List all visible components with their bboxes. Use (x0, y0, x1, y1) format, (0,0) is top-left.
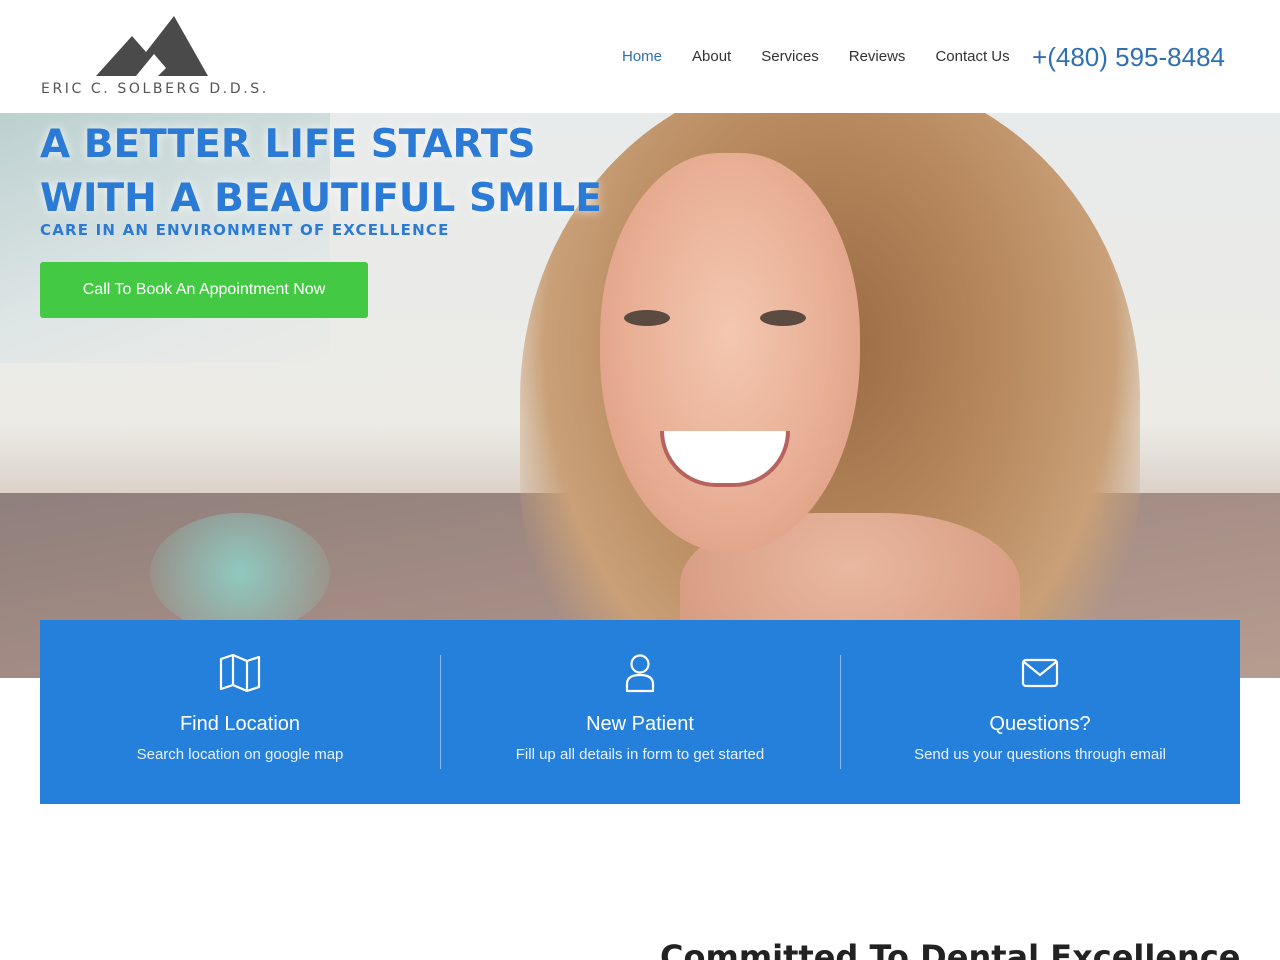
hero-subtitle: CARE IN AN ENVIRONMENT OF EXCELLENCE (40, 221, 450, 239)
nav-about[interactable]: About (692, 46, 731, 68)
site-header: ERIC C. SOLBERG D.D.S. Home About Servic… (0, 0, 1280, 113)
envelope-icon (1021, 658, 1059, 688)
logo-text: ERIC C. SOLBERG D.D.S. (41, 81, 269, 97)
feature-new-patient[interactable]: New Patient Fill up all details in form … (440, 620, 840, 804)
nav-services[interactable]: Services (761, 46, 819, 68)
book-appointment-button[interactable]: Call To Book An Appointment Now (40, 262, 368, 318)
nav-reviews[interactable]: Reviews (849, 46, 906, 68)
feature-title: Questions? (989, 713, 1091, 735)
feature-desc: Fill up all details in form to get start… (515, 746, 765, 763)
hero-background-object (150, 513, 330, 633)
feature-title: Find Location (179, 713, 301, 735)
feature-desc: Search location on google map (136, 746, 344, 763)
mountain-logo-icon (96, 16, 208, 76)
hero-title-line-1: A BETTER LIFE STARTS (40, 122, 536, 167)
nav-contact-us[interactable]: Contact Us (935, 46, 1009, 68)
nav-home[interactable]: Home (622, 46, 662, 68)
hero-title-line-2: WITH A BEAUTIFUL SMILE (40, 176, 602, 221)
feature-desc: Send us your questions through email (914, 746, 1166, 763)
logo[interactable]: ERIC C. SOLBERG D.D.S. (40, 14, 270, 100)
hero-photo-eye-left (624, 310, 670, 326)
feature-find-location[interactable]: Find Location Search location on google … (40, 620, 440, 804)
main-nav: Home About Services Reviews Contact Us (622, 46, 1010, 68)
feature-questions[interactable]: Questions? Send us your questions throug… (840, 620, 1240, 804)
section-heading: Committed To Dental Excellence (660, 938, 1241, 960)
hero-photo-face (600, 153, 860, 553)
map-icon (219, 653, 261, 693)
hero-title: A BETTER LIFE STARTS WITH A BEAUTIFUL SM… (40, 118, 602, 226)
feature-band: Find Location Search location on google … (40, 620, 1240, 804)
hero-photo-eye-right (760, 310, 806, 326)
hero-section: A BETTER LIFE STARTS WITH A BEAUTIFUL SM… (0, 113, 1280, 678)
user-icon (625, 654, 655, 693)
phone-link[interactable]: +(480) 595-8484 (1032, 40, 1225, 74)
feature-title: New Patient (586, 713, 694, 735)
